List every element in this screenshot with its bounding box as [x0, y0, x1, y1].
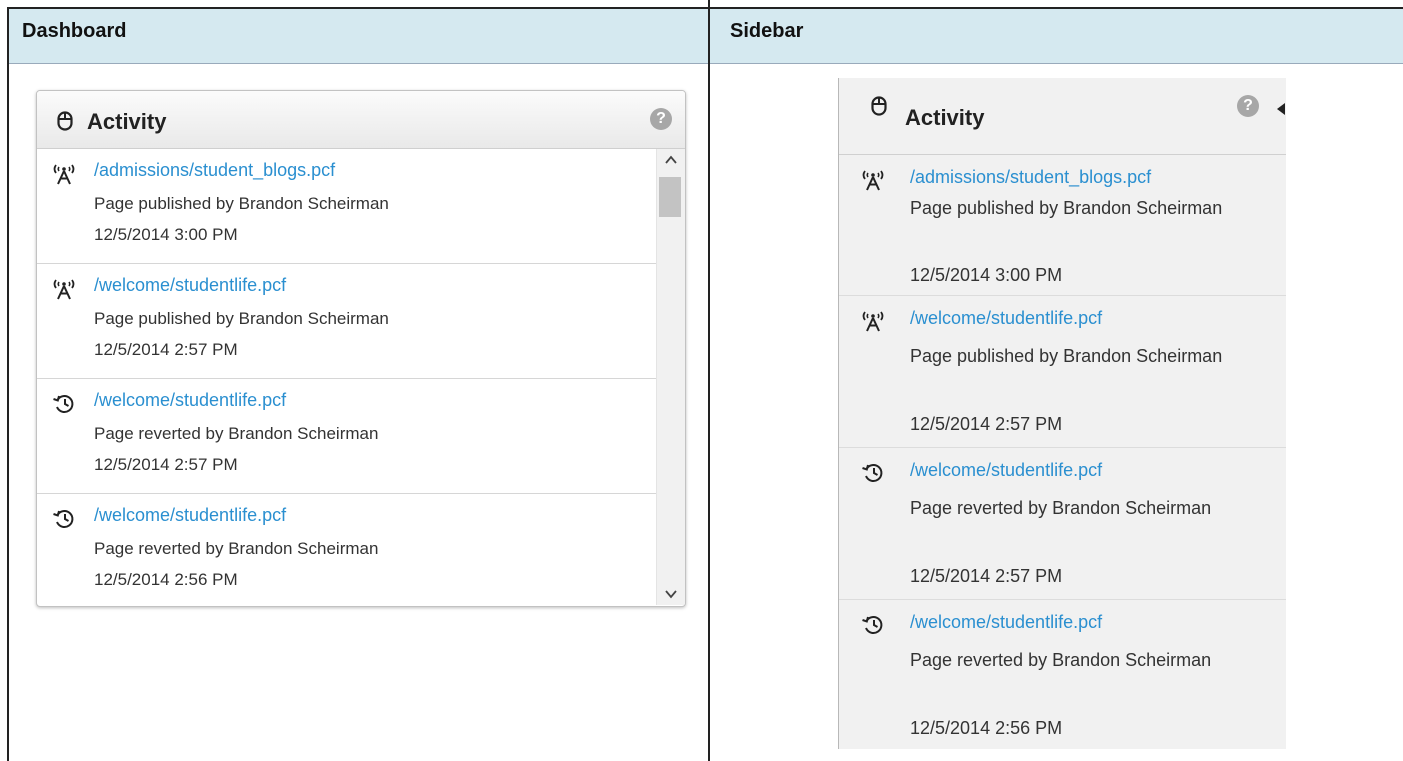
activity-scrollbar[interactable]: [656, 149, 685, 605]
publish-icon: [861, 310, 885, 332]
list-item: /welcome/studentlife.pcf Page published …: [37, 264, 656, 379]
publish-icon: [861, 169, 885, 191]
help-icon[interactable]: ?: [1237, 95, 1259, 117]
activity-description: Page reverted by Brandon Scheirman: [910, 498, 1212, 518]
activity-timestamp: 12/5/2014 2:57 PM: [94, 455, 238, 474]
activity-link[interactable]: /welcome/studentlife.pcf: [910, 308, 1102, 329]
activity-timestamp: 12/5/2014 2:56 PM: [910, 718, 1063, 738]
dashboard-activity-widget: Activity ? /admissions/student_blogs.pcf…: [36, 90, 686, 607]
activity-link[interactable]: /welcome/studentlife.pcf: [910, 612, 1102, 633]
list-item: /admissions/student_blogs.pcf Page publi…: [839, 155, 1286, 296]
sidebar-column-heading: Sidebar: [730, 20, 804, 42]
activity-list: /admissions/student_blogs.pcf Page publi…: [37, 149, 656, 606]
activity-description: Page published by Brandon Scheirman: [910, 198, 1223, 218]
sidebar-title-bar: Activity ?: [839, 78, 1286, 155]
revert-icon: [861, 614, 885, 636]
activity-link[interactable]: /welcome/studentlife.pcf: [94, 505, 286, 526]
sidebar-activity-panel: Activity ? /admissions/student_blogs.pcf…: [838, 78, 1286, 749]
activity-timestamp: 12/5/2014 2:57 PM: [910, 566, 1063, 586]
publish-icon: [52, 163, 76, 185]
activity-timestamp: 12/5/2014 3:00 PM: [910, 265, 1063, 285]
list-item: /welcome/studentlife.pcf Page reverted b…: [37, 379, 656, 494]
list-item: /welcome/studentlife.pcf Page reverted b…: [839, 600, 1286, 749]
widget-title: Activity: [87, 109, 167, 134]
activity-timestamp: 12/5/2014 2:57 PM: [910, 414, 1063, 434]
list-item: /welcome/studentlife.pcf Page published …: [839, 296, 1286, 448]
mouse-icon: [871, 96, 887, 121]
list-item: /admissions/student_blogs.pcf Page publi…: [37, 149, 656, 264]
activity-link[interactable]: /welcome/studentlife.pcf: [94, 275, 286, 296]
scroll-down-arrow-icon[interactable]: [664, 587, 678, 601]
revert-icon: [52, 508, 76, 530]
scroll-up-arrow-icon[interactable]: [664, 153, 678, 167]
scrollbar-thumb[interactable]: [659, 177, 681, 217]
activity-description: Page reverted by Brandon Scheirman: [94, 539, 379, 558]
publish-icon: [52, 278, 76, 300]
activity-description: Page published by Brandon Scheirman: [94, 194, 389, 213]
collapse-arrow-icon[interactable]: [1271, 100, 1285, 116]
dashboard-column-heading: Dashboard: [22, 20, 127, 42]
list-item: /welcome/studentlife.pcf Page reverted b…: [37, 494, 656, 606]
activity-description: Page published by Brandon Scheirman: [910, 346, 1223, 366]
revert-icon: [861, 462, 885, 484]
activity-timestamp: 12/5/2014 2:56 PM: [94, 570, 238, 589]
list-item: /welcome/studentlife.pcf Page reverted b…: [839, 448, 1286, 600]
activity-link[interactable]: /welcome/studentlife.pcf: [94, 390, 286, 411]
revert-icon: [52, 393, 76, 415]
activity-link[interactable]: /welcome/studentlife.pcf: [910, 460, 1102, 481]
activity-link[interactable]: /admissions/student_blogs.pcf: [910, 167, 1151, 188]
activity-description: Page reverted by Brandon Scheirman: [94, 424, 379, 443]
activity-description: Page published by Brandon Scheirman: [94, 309, 389, 328]
help-icon[interactable]: ?: [650, 108, 672, 130]
mouse-icon: [57, 111, 73, 136]
sidebar-title: Activity: [905, 105, 985, 130]
activity-link[interactable]: /admissions/student_blogs.pcf: [94, 160, 335, 181]
widget-title-bar: Activity ?: [37, 91, 685, 149]
activity-timestamp: 12/5/2014 3:00 PM: [94, 225, 238, 244]
column-divider: [708, 0, 710, 761]
activity-timestamp: 12/5/2014 2:57 PM: [94, 340, 238, 359]
activity-description: Page reverted by Brandon Scheirman: [910, 650, 1212, 670]
